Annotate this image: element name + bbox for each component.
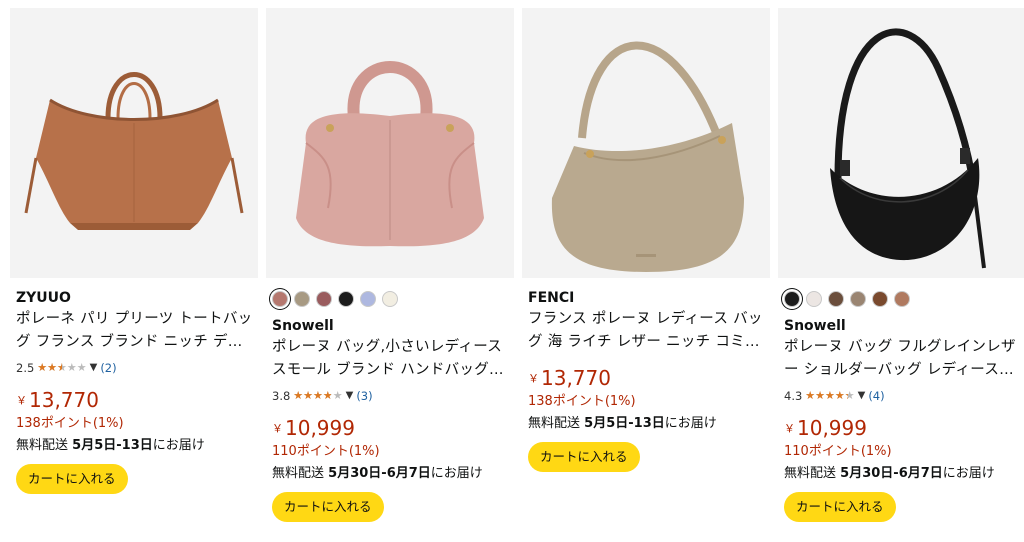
currency-symbol: ￥ (272, 422, 283, 435)
rating-value: 3.8 (272, 389, 291, 403)
delivery-prefix: 無料配送 (528, 416, 581, 431)
delivery-dates: 5月30日-6月7日 (840, 466, 943, 481)
color-swatch[interactable] (272, 291, 288, 307)
chevron-down-icon[interactable]: ▼ (346, 388, 354, 404)
brand-name: Snowell (272, 318, 334, 334)
product-image[interactable] (10, 8, 258, 278)
chevron-down-icon[interactable]: ▼ (858, 388, 866, 404)
points: 138ポイント(1%) (16, 416, 124, 431)
pink-cloud-handbag-image (266, 8, 514, 278)
product-card[interactable]: Snowell ポレーヌ バッグ フルグレインレザー ショルダーバッグ レディー… (778, 8, 1024, 538)
product-card[interactable]: Snowell ポレーヌ バッグ,小さいレディース スモール ブランド ハンドバ… (266, 8, 514, 538)
delivery-suffix: にお届け (152, 438, 205, 453)
delivery-info: 無料配送 5月30日-6月7日にお届け (272, 464, 510, 484)
delivery-prefix: 無料配送 (16, 438, 69, 453)
delivery-suffix: にお届け (664, 416, 717, 431)
star-rating-icon: ★★★★★★★★★★ (293, 389, 343, 402)
points: 110ポイント(1%) (272, 444, 380, 459)
tan-tote-bag-image (10, 8, 258, 278)
product-grid: ZYUUO ポレーネ パリ プリーツ トートバッグ フランス ブランド ニッチ … (0, 0, 1024, 542)
price-amount: 13,770 (29, 388, 99, 412)
black-crescent-bag-image (778, 8, 1024, 278)
color-swatch[interactable] (316, 291, 332, 307)
color-swatch[interactable] (850, 291, 866, 307)
add-to-cart-button[interactable]: カートに入れる (16, 464, 128, 494)
brand-name: ZYUUO (16, 290, 71, 306)
rating-value: 4.3 (784, 389, 803, 403)
product-image[interactable] (778, 8, 1024, 278)
delivery-info: 無料配送 5月5日-13日にお届け (16, 436, 254, 456)
chevron-down-icon[interactable]: ▼ (90, 360, 98, 376)
product-title[interactable]: ポレーヌ バッグ,小さいレディース スモール ブランド ハンドバッグ… (272, 336, 510, 382)
currency-symbol: ￥ (784, 422, 795, 435)
color-swatches (272, 288, 510, 310)
rating-row[interactable]: 4.3 ★★★★★★★★★★ ▼ (4) (784, 388, 1022, 404)
points: 138ポイント(1%) (528, 394, 636, 409)
color-swatches (784, 288, 1022, 310)
delivery-info: 無料配送 5月5日-13日にお届け (528, 414, 766, 434)
price: ￥ 10,999 (272, 416, 510, 442)
brand-name: Snowell (784, 318, 846, 334)
color-swatch[interactable] (894, 291, 910, 307)
points: 110ポイント(1%) (784, 444, 892, 459)
color-swatch[interactable] (872, 291, 888, 307)
product-image[interactable] (522, 8, 770, 278)
delivery-suffix: にお届け (430, 466, 483, 481)
price-amount: 10,999 (285, 416, 355, 440)
currency-symbol: ￥ (16, 394, 27, 407)
color-swatch[interactable] (828, 291, 844, 307)
delivery-suffix: にお届け (942, 466, 995, 481)
rating-row[interactable]: 3.8 ★★★★★★★★★★ ▼ (3) (272, 388, 510, 404)
review-count[interactable]: (4) (868, 388, 884, 404)
price: ￥ 13,770 (528, 366, 766, 392)
add-to-cart-button[interactable]: カートに入れる (272, 492, 384, 522)
price: ￥ 13,770 (16, 388, 254, 414)
delivery-prefix: 無料配送 (272, 466, 325, 481)
product-title[interactable]: フランス ポレーヌ レディース バッグ 海 ライチ レザー ニッチ コミ… (528, 308, 766, 354)
delivery-dates: 5月30日-6月7日 (328, 466, 431, 481)
star-rating-icon: ★★★★★★★★★★ (805, 389, 855, 402)
brand-name: FENCI (528, 290, 575, 306)
delivery-dates: 5月5日-13日 (72, 438, 153, 453)
color-swatch[interactable] (294, 291, 310, 307)
rating-value: 2.5 (16, 361, 35, 375)
color-swatch[interactable] (784, 291, 800, 307)
product-card[interactable]: FENCI フランス ポレーヌ レディース バッグ 海 ライチ レザー ニッチ … (522, 8, 770, 538)
review-count[interactable]: (2) (100, 360, 116, 376)
add-to-cart-button[interactable]: カートに入れる (784, 492, 896, 522)
delivery-dates: 5月5日-13日 (584, 416, 665, 431)
delivery-info: 無料配送 5月30日-6月7日にお届け (784, 464, 1022, 484)
color-swatch[interactable] (806, 291, 822, 307)
color-swatch[interactable] (360, 291, 376, 307)
product-image[interactable] (266, 8, 514, 278)
delivery-prefix: 無料配送 (784, 466, 837, 481)
price-amount: 13,770 (541, 366, 611, 390)
product-card[interactable]: ZYUUO ポレーネ パリ プリーツ トートバッグ フランス ブランド ニッチ … (10, 8, 258, 538)
taupe-shoulder-bag-image (522, 8, 770, 278)
add-to-cart-button[interactable]: カートに入れる (528, 442, 640, 472)
product-title[interactable]: ポレーヌ バッグ フルグレインレザー ショルダーバッグ レディース… (784, 336, 1022, 382)
color-swatch[interactable] (338, 291, 354, 307)
star-rating-icon: ★★★★★★★★★★ (37, 361, 87, 374)
price-amount: 10,999 (797, 416, 867, 440)
price: ￥ 10,999 (784, 416, 1022, 442)
color-swatch[interactable] (382, 291, 398, 307)
product-title[interactable]: ポレーネ パリ プリーツ トートバッグ フランス ブランド ニッチ デ… (16, 308, 254, 354)
review-count[interactable]: (3) (356, 388, 372, 404)
currency-symbol: ￥ (528, 372, 539, 385)
rating-row[interactable]: 2.5 ★★★★★★★★★★ ▼ (2) (16, 360, 254, 376)
